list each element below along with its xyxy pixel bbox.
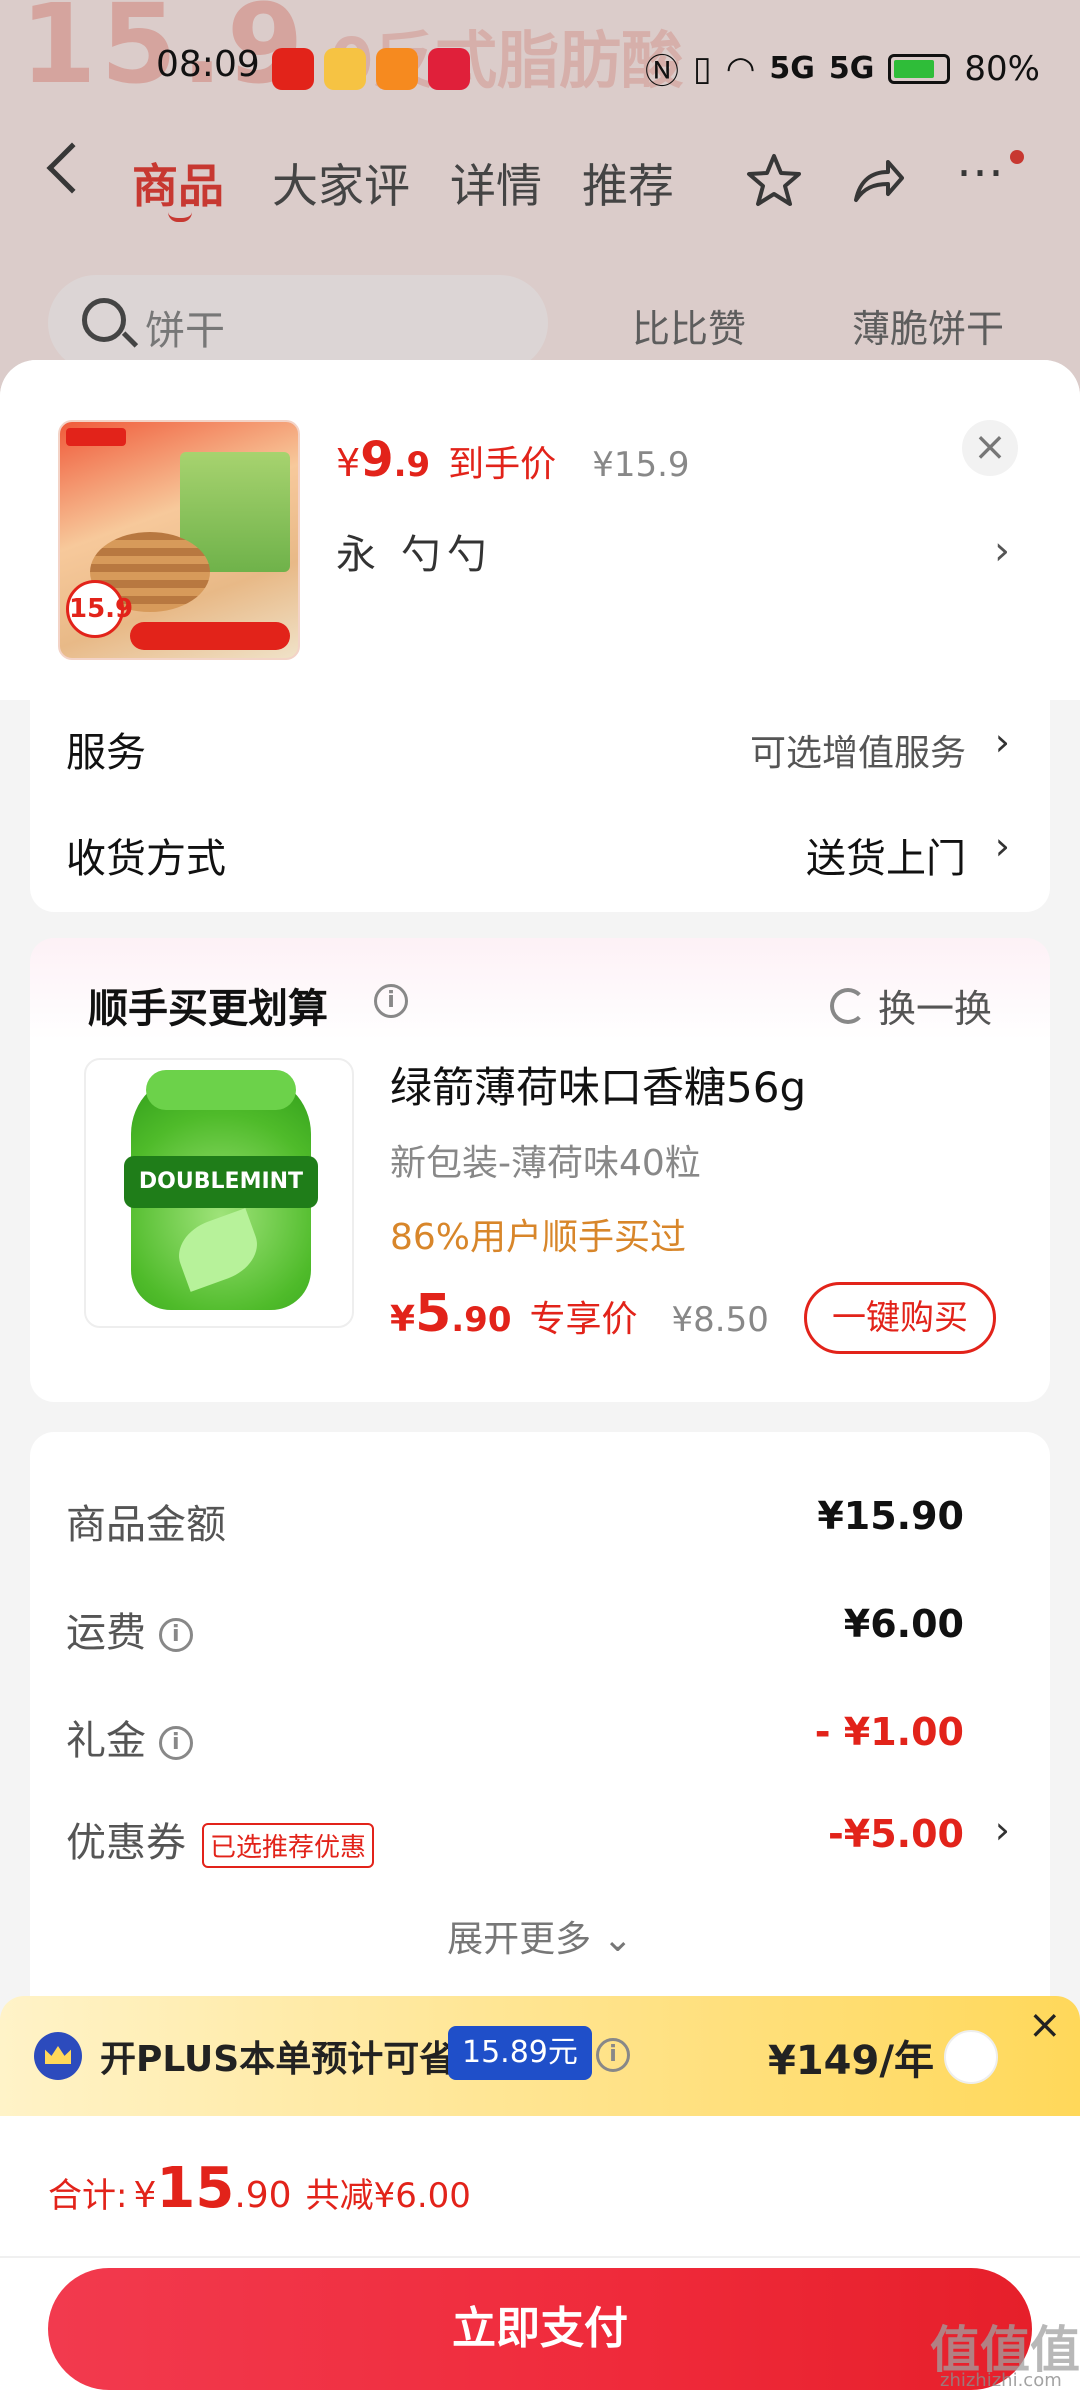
price-currency: ¥ <box>336 441 361 485</box>
addon-title: 顺手买更划算 <box>88 986 328 1032</box>
price-currency: ¥ <box>133 2175 157 2216</box>
close-button[interactable]: × <box>962 420 1018 476</box>
coupon-badge: 已选推荐优惠 <box>202 1822 375 1868</box>
chevron-right-icon[interactable]: › <box>995 1808 1010 1852</box>
app-notification-icon <box>272 48 314 90</box>
delivery-value[interactable]: 送货上门 <box>806 826 966 884</box>
service-value[interactable]: 可选增值服务 <box>750 724 966 776</box>
total-label: 合计: <box>48 2176 128 2216</box>
plus-promo-bar: 开PLUS本单预计可省 15.89元 i ¥149/年 × <box>0 1996 1080 2116</box>
battery-fill <box>894 59 935 78</box>
one-click-buy-button[interactable]: 一键购买 <box>804 1282 996 1354</box>
price-tag: 专享价 <box>529 1299 638 1340</box>
close-icon[interactable]: × <box>1028 2002 1062 2048</box>
price-currency: ¥ <box>390 1299 416 1340</box>
plus-text: 开PLUS本单预计可省 <box>100 2039 456 2080</box>
expand-more-button[interactable]: 展开更多 ⌄ <box>30 1910 1050 1962</box>
gum-cap <box>146 1070 296 1110</box>
crown-icon <box>34 2032 82 2080</box>
divider <box>0 2256 1080 2258</box>
signal-label: 5G <box>828 51 875 86</box>
plus-select-radio[interactable] <box>944 2030 998 2084</box>
battery-percent: 80% <box>964 48 1040 89</box>
price-tag: 到手价 <box>448 444 557 485</box>
gift-label: 礼金 i <box>66 1708 193 1766</box>
chevron-down-icon: ⌄ <box>602 1919 633 1960</box>
total-discount: 共减¥6.00 <box>305 2176 471 2216</box>
product-price: ¥ 9 .9 到手价 ¥15.9 <box>336 432 690 488</box>
vibrate-icon: ▯ <box>693 48 712 89</box>
wifi-icon: ◠ <box>725 48 756 89</box>
original-price: ¥15.9 <box>592 445 690 485</box>
price-decimal: .90 <box>234 2175 292 2216</box>
chevron-right-icon[interactable]: › <box>994 528 1010 574</box>
options-card: 服务 可选增值服务 › 收货方式 送货上门 › <box>30 690 1050 912</box>
brand-logo <box>66 428 126 446</box>
coupon-label: 优惠券 已选推荐优惠 <box>66 1810 375 1868</box>
weibo-icon <box>324 48 366 90</box>
gift-value: - ¥1.00 <box>814 1710 964 1754</box>
info-icon[interactable]: i <box>596 2038 630 2072</box>
sheet-header: 15.9 ¥ 9 .9 到手价 ¥15.9 永 勺勺 › × <box>0 360 1080 700</box>
battery-icon <box>888 53 951 84</box>
delivery-label: 收货方式 <box>66 836 226 882</box>
product-thumbnail[interactable]: 15.9 <box>58 420 300 660</box>
watermark-url: zhizhizhi.com <box>940 2370 1062 2391</box>
addon-item-price: ¥ 5 .90 专享价 ¥8.50 <box>390 1284 769 1344</box>
status-bar: 08:09 Ⓝ ▯ ◠ 5G 5G 80% <box>0 40 1080 104</box>
shipping-label: 运费 i <box>66 1600 193 1658</box>
thumb-ribbon <box>130 622 290 650</box>
app-notification-icon <box>428 48 470 90</box>
coupon-value[interactable]: -¥5.00 <box>828 1812 964 1856</box>
price-decimal: .9 <box>393 445 431 485</box>
service-label: 服务 <box>66 730 146 776</box>
status-time: 08:09 <box>156 44 260 85</box>
addon-card: 顺手买更划算 i 换一换 DOUBLEMINT 绿箭薄荷味口香糖56g 新包装-… <box>30 938 1050 1402</box>
gum-brand-label: DOUBLEMINT <box>124 1156 318 1208</box>
shipping-value: ¥6.00 <box>843 1602 964 1646</box>
gum-product-image[interactable]: DOUBLEMINT <box>84 1058 354 1328</box>
refresh-label: 换一换 <box>878 987 993 1031</box>
info-icon[interactable]: i <box>158 1726 193 1760</box>
addon-item-social-proof: 86%用户顺手买过 <box>390 1217 687 1258</box>
thumb-price: 15.9 <box>66 580 133 638</box>
selected-spec[interactable]: 永 勺勺 <box>336 522 493 580</box>
price-integer: 9 <box>360 432 394 488</box>
original-price: ¥8.50 <box>671 1300 769 1340</box>
refresh-button[interactable]: 换一换 <box>830 978 992 1033</box>
total-amount: 合计: ¥ 15 .90 共减¥6.00 <box>48 2156 471 2221</box>
refresh-icon <box>830 987 866 1024</box>
chevron-right-icon[interactable]: › <box>995 720 1010 764</box>
pay-now-button[interactable]: 立即支付 <box>48 2268 1032 2390</box>
price-decimal: .90 <box>451 1300 512 1340</box>
nfc-icon: Ⓝ <box>645 52 680 92</box>
price-integer: 15 <box>156 2156 235 2221</box>
plus-savings-badge: 15.89元 <box>448 2026 592 2080</box>
info-icon[interactable]: i <box>374 984 408 1018</box>
price-integer: 5 <box>415 1284 452 1344</box>
price-summary-card: 商品金额 ¥15.90 运费 i ¥6.00 礼金 i - ¥1.00 优惠券已… <box>30 1432 1050 2032</box>
goods-amount-label: 商品金额 <box>66 1502 226 1548</box>
chevron-right-icon[interactable]: › <box>995 824 1010 868</box>
app-notification-icon <box>376 48 418 90</box>
plus-price: ¥149/年 <box>768 2038 934 2084</box>
status-right: Ⓝ ▯ ◠ 5G 5G 80% <box>645 44 1040 93</box>
addon-item-name[interactable]: 绿箭薄荷味口香糖56g <box>390 1054 806 1115</box>
info-icon[interactable]: i <box>158 1618 193 1652</box>
goods-amount-value: ¥15.90 <box>817 1494 964 1538</box>
addon-item-variant: 新包装-薄荷味40粒 <box>390 1143 701 1184</box>
checkout-footer: 合计: ¥ 15 .90 共减¥6.00 立即支付 <box>0 2116 1080 2400</box>
signal-label: 5G <box>769 51 815 86</box>
